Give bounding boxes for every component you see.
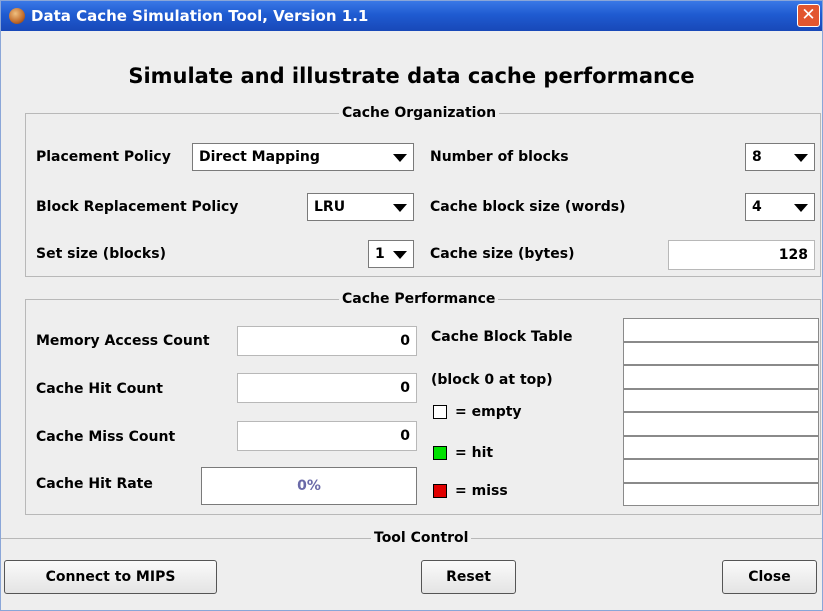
block-size-label: Cache block size (words) — [430, 199, 626, 215]
number-of-blocks-select[interactable]: 8 — [745, 143, 815, 171]
replacement-policy-select[interactable]: LRU — [307, 193, 414, 221]
app-window: Data Cache Simulation Tool, Version 1.1 … — [0, 0, 823, 611]
cache-block-row — [623, 318, 819, 342]
chevron-down-icon — [393, 154, 407, 162]
block-size-select[interactable]: 4 — [745, 193, 815, 221]
cache-block-row — [623, 459, 819, 483]
cache-block-table-label: Cache Block Table — [431, 329, 573, 345]
reset-button[interactable]: Reset — [421, 560, 516, 594]
cache-miss-count-field: 0 — [237, 421, 417, 451]
miss-swatch — [433, 484, 447, 498]
cache-block-row — [623, 341, 819, 365]
cache-performance-legend: Cache Performance — [339, 291, 499, 307]
replacement-policy-label: Block Replacement Policy — [36, 199, 239, 215]
cache-block-row — [623, 388, 819, 412]
cache-block-row — [623, 412, 819, 436]
empty-swatch — [433, 405, 447, 419]
cache-block-table — [623, 318, 819, 506]
placement-policy-label: Placement Policy — [36, 149, 171, 165]
cache-block-table-sublabel: (block 0 at top) — [431, 372, 553, 388]
tool-control-legend: Tool Control — [371, 530, 472, 546]
cache-hit-rate-label: Cache Hit Rate — [36, 476, 153, 492]
chevron-down-icon — [794, 154, 808, 162]
cache-hit-rate-bar: 0% — [201, 467, 417, 505]
set-size-value: 1 — [375, 246, 385, 262]
connect-to-mips-button[interactable]: Connect to MIPS — [4, 560, 217, 594]
memory-access-count-field: 0 — [237, 326, 417, 356]
chevron-down-icon — [393, 251, 407, 259]
cache-miss-count-label: Cache Miss Count — [36, 429, 176, 445]
cache-organization-legend: Cache Organization — [339, 105, 500, 121]
placement-policy-value: Direct Mapping — [199, 149, 320, 165]
legend-miss-label: = miss — [455, 483, 508, 499]
title-bar[interactable]: Data Cache Simulation Tool, Version 1.1 … — [1, 1, 822, 31]
memory-access-count-label: Memory Access Count — [36, 333, 210, 349]
placement-policy-select[interactable]: Direct Mapping — [192, 143, 414, 171]
legend-empty-label: = empty — [455, 404, 522, 420]
page-heading: Simulate and illustrate data cache perfo… — [128, 64, 695, 88]
chevron-down-icon — [794, 204, 808, 212]
set-size-select[interactable]: 1 — [368, 240, 414, 268]
cache-block-row — [623, 365, 819, 389]
cache-block-row — [623, 435, 819, 459]
cache-size-label: Cache size (bytes) — [430, 246, 575, 262]
window-title: Data Cache Simulation Tool, Version 1.1 — [31, 7, 369, 25]
legend-hit-label: = hit — [455, 445, 494, 461]
number-of-blocks-value: 8 — [752, 149, 762, 165]
close-button[interactable]: Close — [722, 560, 817, 594]
app-icon — [9, 8, 25, 24]
replacement-policy-value: LRU — [314, 199, 346, 215]
block-size-value: 4 — [752, 199, 762, 215]
cache-hit-count-label: Cache Hit Count — [36, 381, 163, 397]
chevron-down-icon — [393, 204, 407, 212]
cache-hit-count-field: 0 — [237, 373, 417, 403]
hit-swatch — [433, 446, 447, 460]
set-size-label: Set size (blocks) — [36, 246, 166, 262]
cache-block-row — [623, 482, 819, 506]
close-icon: ✕ — [801, 5, 816, 25]
number-of-blocks-label: Number of blocks — [430, 149, 569, 165]
window-close-button[interactable]: ✕ — [797, 4, 820, 27]
cache-size-field: 128 — [668, 240, 815, 270]
